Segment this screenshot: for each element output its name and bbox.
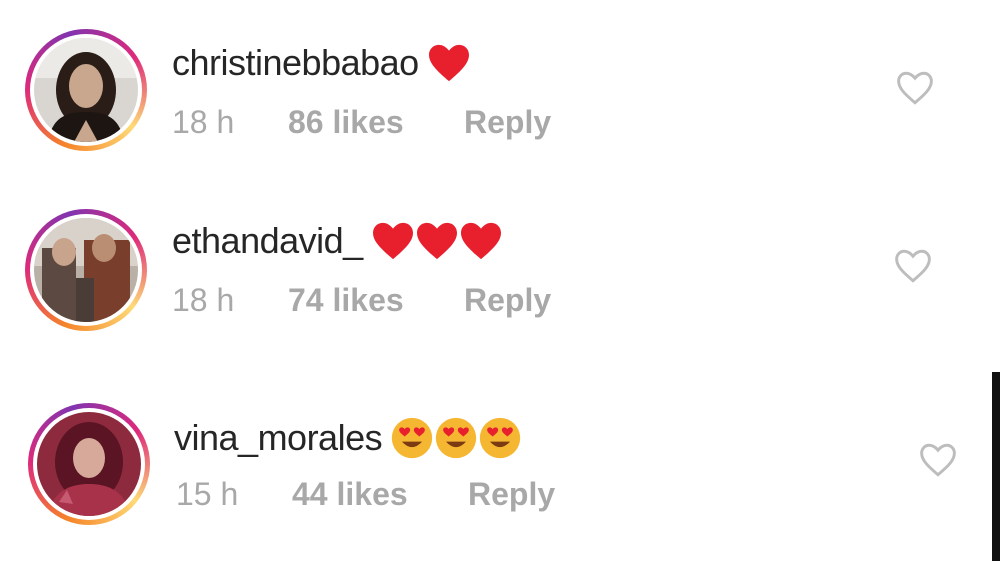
comment-timestamp: 18 h	[172, 104, 235, 140]
avatar-story-ring[interactable]	[28, 403, 150, 525]
reply-button[interactable]: Reply	[468, 476, 555, 513]
heart-eyes-face-icon	[478, 416, 522, 460]
red-heart-icon	[427, 43, 471, 83]
avatar-story-ring[interactable]	[25, 29, 147, 151]
red-heart-icon	[459, 221, 503, 261]
comment-username[interactable]: vina_morales	[174, 417, 383, 459]
comment-likes-count[interactable]: 74 likes	[288, 282, 464, 319]
comment-item: ethandavid_ 18 h 74 likes Reply	[0, 178, 1000, 348]
comment-likes-count[interactable]: 86 likes	[288, 104, 464, 141]
comment-emojis	[427, 43, 471, 83]
avatar	[37, 412, 141, 516]
comment-item: vina_morales 15 h 44 likes Reply	[0, 372, 1000, 542]
heart-outline-icon[interactable]	[893, 248, 933, 284]
red-heart-icon	[415, 221, 459, 261]
comment-likes-count[interactable]: 44 likes	[292, 476, 468, 513]
avatar-story-ring[interactable]	[25, 209, 147, 331]
red-heart-icon	[371, 221, 415, 261]
heart-outline-icon[interactable]	[895, 70, 935, 106]
comment-item: christinebbabao 18 h 86 likes Reply	[0, 0, 1000, 170]
reply-button[interactable]: Reply	[464, 104, 551, 141]
heart-outline-icon[interactable]	[918, 442, 958, 478]
comment-timestamp: 18 h	[172, 282, 235, 318]
avatar	[34, 38, 138, 142]
heart-eyes-face-icon	[390, 416, 434, 460]
avatar	[34, 218, 138, 322]
comment-emojis	[390, 416, 522, 460]
reply-button[interactable]: Reply	[464, 282, 551, 319]
comment-username[interactable]: christinebbabao	[172, 42, 419, 84]
comment-username[interactable]: ethandavid_	[172, 220, 363, 262]
comment-emojis	[371, 221, 503, 261]
heart-eyes-face-icon	[434, 416, 478, 460]
comment-timestamp: 15 h	[176, 476, 239, 512]
